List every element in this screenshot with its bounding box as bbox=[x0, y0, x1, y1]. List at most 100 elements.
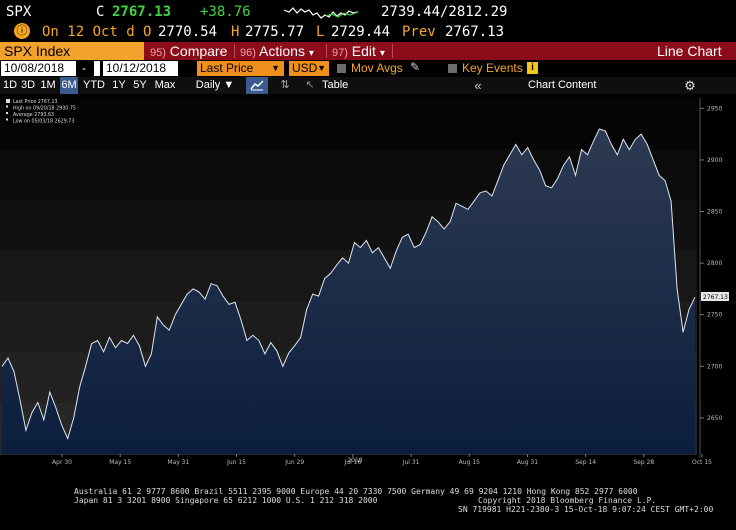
day-range: 2739.44/2812.29 bbox=[381, 4, 508, 20]
frequency-select[interactable]: Daily ▼ bbox=[190, 77, 240, 94]
security-name[interactable]: SPX Index bbox=[0, 42, 144, 60]
period-button-1y[interactable]: 1Y bbox=[110, 77, 128, 94]
params-bar: 10/08/2018 - 10/12/2018 Last Price ▼ USD… bbox=[0, 60, 736, 77]
mov-avgs-checkbox[interactable] bbox=[337, 64, 346, 73]
footer: Australia 61 2 9777 8600 Brazil 5511 239… bbox=[0, 484, 736, 530]
low-value: 2729.44 bbox=[331, 24, 391, 40]
info-icon[interactable]: i bbox=[527, 62, 538, 74]
info-icon[interactable]: ⓘ bbox=[14, 23, 30, 39]
y-tick-label: 2800 bbox=[707, 260, 722, 267]
open-value: 2770.54 bbox=[158, 24, 218, 40]
x-year-label: 2018 bbox=[347, 457, 362, 464]
chevron-down-icon: ▼ bbox=[223, 79, 235, 91]
compare-num: 95) bbox=[150, 47, 166, 59]
chevron-down-icon: ▼ bbox=[271, 63, 280, 73]
footer-session: SN 719981 H221-2380-3 15-Oct-18 9:07:24 … bbox=[458, 505, 714, 514]
chart-band bbox=[0, 98, 697, 150]
y-tick-label: 2650 bbox=[707, 415, 722, 422]
compare-label: Compare bbox=[169, 43, 228, 59]
cursor-icon[interactable]: ↖ bbox=[304, 77, 316, 94]
x-tick-label: Jul 31 bbox=[402, 459, 420, 466]
period-button-3d[interactable]: 3D bbox=[20, 77, 36, 94]
edit-label: Edit bbox=[351, 43, 376, 59]
intraday-sparkline bbox=[284, 7, 359, 19]
compare-menu[interactable]: 95) Compare bbox=[150, 42, 227, 60]
quote-header: SPX C 2767.13 +38.76 2739.44/2812.29 bbox=[0, 0, 736, 22]
close-label: C bbox=[96, 4, 105, 20]
period-button-1m[interactable]: 1M bbox=[39, 77, 57, 94]
pencil-icon[interactable]: ✎ bbox=[410, 60, 420, 74]
y-tick-label: 2900 bbox=[707, 157, 722, 164]
open-label: O bbox=[143, 24, 152, 40]
x-tick-label: Sep 14 bbox=[575, 459, 596, 466]
legend-entry: Last Price 2767.13 bbox=[13, 99, 58, 105]
mov-avgs-label[interactable]: Mov Avgs bbox=[351, 61, 403, 75]
table-button[interactable]: Table bbox=[322, 77, 366, 94]
last-price-label: 2767.13 bbox=[703, 294, 728, 301]
x-tick-label: Oct 15 bbox=[692, 459, 712, 466]
prev-label: Prev bbox=[402, 24, 436, 40]
frequency-label: Daily bbox=[195, 79, 221, 91]
close-value: 2767.13 bbox=[112, 4, 172, 20]
ohlc-row: ⓘ On 12 Oct d O 2770.54 H 2775.77 L 2729… bbox=[0, 22, 736, 42]
edit-num: 97) bbox=[332, 47, 348, 59]
date-line: On 12 Oct d bbox=[42, 24, 135, 40]
menu-separator bbox=[326, 44, 327, 58]
date-dash: - bbox=[82, 61, 86, 75]
sort-icon[interactable]: ⇅ bbox=[276, 77, 294, 94]
period-button-6m[interactable]: 6M bbox=[60, 77, 78, 94]
currency-select[interactable]: USD ▼ bbox=[289, 61, 329, 76]
end-date-field[interactable]: 10/12/2018 bbox=[103, 61, 178, 76]
actions-menu[interactable]: 96) Actions ▾ bbox=[240, 42, 314, 60]
chart-legend: Last Price 2767.13High on 09/20/18 2930.… bbox=[4, 96, 80, 125]
price-chart: 2950 2900 2850 2800 2750 2700 2650 2767.13 Apr … bbox=[0, 96, 729, 466]
chart-type-label[interactable]: Line Chart bbox=[657, 42, 722, 60]
x-tick-label: May 15 bbox=[109, 459, 131, 466]
high-label: H bbox=[231, 24, 240, 40]
x-tick-label: Aug 15 bbox=[459, 459, 480, 466]
chevron-down-icon: ▾ bbox=[308, 48, 314, 59]
field-select-label: Last Price bbox=[200, 61, 254, 75]
menu-separator bbox=[234, 44, 235, 58]
gear-icon[interactable]: ⚙ bbox=[680, 77, 700, 94]
y-tick-label: 2700 bbox=[707, 363, 722, 370]
x-tick-label: Jun 29 bbox=[284, 459, 304, 466]
legend-entry: Low on 05/03/18 2629.73 bbox=[13, 119, 74, 125]
period-button-5y[interactable]: 5Y bbox=[131, 77, 149, 94]
currency-label: USD bbox=[292, 61, 318, 75]
footer-copyright: Copyright 2018 Bloomberg Finance L.P. bbox=[478, 496, 657, 505]
period-bar: 1D 3D 1M 6M YTD 1Y 5Y Max Daily ▼ ⇅ ↖ Table « C… bbox=[0, 77, 736, 94]
x-tick-label: May 31 bbox=[167, 459, 189, 466]
key-events-checkbox[interactable] bbox=[448, 64, 457, 73]
y-tick-label: 2850 bbox=[707, 209, 722, 216]
ticker: SPX bbox=[6, 4, 32, 20]
x-axis: Apr 30 May 15 May 31 Jun 15 Jun 29 Jul 16 Jul … bbox=[52, 454, 712, 466]
chevron-down-icon: ▾ bbox=[379, 48, 385, 59]
period-button-max[interactable]: Max bbox=[152, 77, 178, 94]
high-value: 2775.77 bbox=[245, 24, 305, 40]
chevron-down-icon: ▼ bbox=[317, 63, 326, 73]
start-date-field[interactable]: 10/08/2018 bbox=[1, 61, 76, 76]
line-chart-icon[interactable] bbox=[246, 77, 268, 94]
x-tick-label: Aug 31 bbox=[517, 459, 538, 466]
x-tick-label: Sep 28 bbox=[633, 459, 654, 466]
chart-content-button[interactable]: Chart Content bbox=[528, 77, 618, 94]
collapse-left-icon[interactable]: « bbox=[468, 77, 488, 94]
period-button-1d[interactable]: 1D bbox=[3, 77, 17, 94]
legend-entry: High on 09/20/18 2930.75 bbox=[13, 106, 76, 112]
prev-value: 2767.13 bbox=[445, 24, 505, 40]
actions-label: Actions bbox=[259, 43, 305, 59]
edit-menu[interactable]: 97) Edit ▾ bbox=[332, 42, 385, 60]
menu-separator bbox=[392, 44, 393, 58]
legend-swatch bbox=[6, 99, 10, 103]
change-value: +38.76 bbox=[200, 4, 251, 20]
footer-phones-2: Japan 81 3 3201 8900 Singapore 65 6212 1… bbox=[74, 496, 378, 505]
period-button-ytd[interactable]: YTD bbox=[81, 77, 107, 94]
low-label: L bbox=[316, 24, 325, 40]
y-tick-label: 2950 bbox=[707, 105, 722, 112]
legend-entry: Average 2793.63 bbox=[13, 112, 54, 118]
y-axis: 2950 2900 2850 2800 2750 2700 2650 2767.13 bbox=[699, 98, 729, 458]
field-select[interactable]: Last Price ▼ bbox=[197, 61, 284, 76]
key-events-label[interactable]: Key Events bbox=[462, 61, 523, 75]
actions-num: 96) bbox=[240, 47, 256, 59]
